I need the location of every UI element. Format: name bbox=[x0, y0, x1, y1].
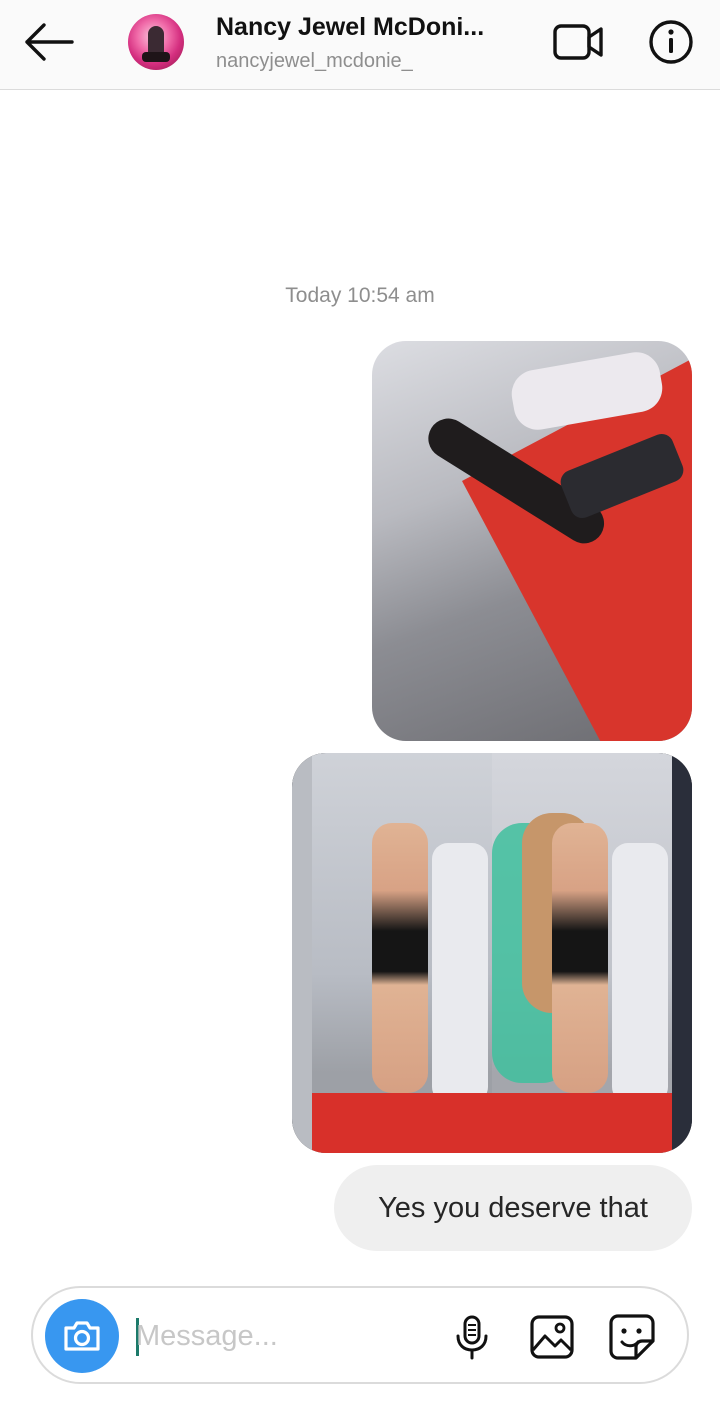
info-button[interactable] bbox=[643, 14, 699, 70]
photo-red-carpet bbox=[312, 1093, 492, 1153]
photo-figure-white bbox=[612, 843, 668, 1103]
back-arrow-icon bbox=[25, 23, 74, 61]
photo-figure-main bbox=[552, 823, 608, 1093]
info-icon bbox=[649, 20, 693, 64]
contact-username[interactable]: nancyjewel_mcdonie_ bbox=[216, 50, 413, 73]
photo-red-carpet bbox=[492, 1093, 672, 1153]
contact-name[interactable]: Nancy Jewel McDoni... bbox=[216, 13, 516, 42]
camera-button[interactable] bbox=[45, 1299, 119, 1373]
microphone-icon bbox=[456, 1315, 488, 1360]
video-call-button[interactable] bbox=[548, 16, 608, 68]
gallery-icon bbox=[530, 1315, 574, 1359]
message-bubble[interactable]: Yes you deserve that bbox=[334, 1165, 692, 1251]
chat-header: Nancy Jewel McDoni... nancyjewel_mcdonie… bbox=[0, 0, 720, 90]
photo-edge-left bbox=[292, 753, 312, 1153]
back-button[interactable] bbox=[18, 14, 78, 70]
thread-timestamp: Today 10:54 am bbox=[285, 284, 435, 307]
photo-message[interactable] bbox=[292, 753, 692, 1153]
photo-panel-right bbox=[492, 753, 672, 1153]
photo-edge-right bbox=[672, 753, 692, 1153]
message-composer bbox=[31, 1286, 689, 1384]
voice-message-button[interactable] bbox=[447, 1310, 497, 1364]
video-call-icon bbox=[553, 24, 603, 60]
message-text: Yes you deserve that bbox=[378, 1191, 648, 1224]
avatar[interactable] bbox=[128, 14, 184, 70]
avatar-figure-base bbox=[142, 52, 170, 62]
message-input[interactable] bbox=[136, 1306, 416, 1366]
photo-panel-left bbox=[312, 753, 492, 1153]
camera-icon bbox=[64, 1321, 100, 1351]
sticker-button[interactable] bbox=[605, 1310, 659, 1364]
sticker-icon bbox=[609, 1314, 655, 1360]
photo-message[interactable] bbox=[372, 341, 692, 741]
photo-figure-main bbox=[372, 823, 428, 1093]
gallery-button[interactable] bbox=[525, 1310, 579, 1364]
photo-figure-white bbox=[432, 843, 488, 1103]
